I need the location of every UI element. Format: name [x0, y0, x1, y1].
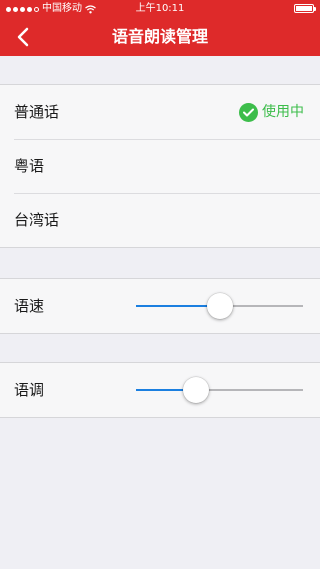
- speed-group: 语速: [0, 278, 320, 334]
- voice-item-mandarin[interactable]: 普通话 使用中: [0, 85, 320, 139]
- voice-label: 台湾话: [14, 211, 60, 229]
- pitch-group: 语调: [0, 362, 320, 418]
- speed-slider[interactable]: [136, 293, 303, 319]
- battery-icon: [294, 4, 316, 13]
- status-time: 上午10:11: [135, 3, 185, 14]
- in-use-badge: 使用中: [239, 85, 304, 139]
- in-use-text: 使用中: [262, 104, 304, 120]
- pitch-label: 语调: [14, 381, 45, 399]
- page-title: 语音朗读管理: [111, 27, 208, 46]
- voice-item-taiwanese[interactable]: 台湾话: [0, 193, 320, 247]
- check-circle-icon: [239, 102, 258, 122]
- pitch-slider[interactable]: [136, 377, 303, 403]
- pitch-slider-thumb[interactable]: [183, 377, 210, 403]
- voice-list: 普通话 使用中 粤语 台湾话: [0, 84, 320, 248]
- voice-label: 粤语: [14, 157, 45, 175]
- voice-item-cantonese[interactable]: 粤语: [0, 139, 320, 193]
- header-bar: 中国移动 上午10:11 语音朗读管理: [0, 0, 320, 56]
- speed-slider-thumb[interactable]: [206, 293, 233, 319]
- nav-bar: 语音朗读管理: [0, 18, 320, 56]
- speed-label: 语速: [14, 297, 45, 315]
- voice-label: 普通话: [14, 103, 60, 121]
- status-bar: 中国移动 上午10:11: [0, 0, 320, 18]
